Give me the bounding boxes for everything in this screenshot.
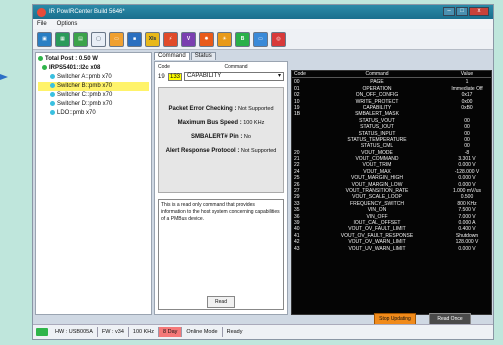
tab-strip: Command Status [154, 52, 492, 60]
register-code: 43 [294, 245, 300, 252]
menu-bar: File Options [33, 19, 493, 29]
register-rows: 00 PAGE 1 01 OPERATION Immediate Off 02 ON_OFF_… [292, 79, 491, 252]
tree-item-switcher-a[interactable]: Switcher A::pmb x70 [38, 73, 149, 82]
tab-status[interactable]: Status [190, 52, 216, 60]
chart-icon[interactable]: ▤ [73, 31, 88, 47]
table-row[interactable]: 43 VOUT_UV_WARN_LIMIT 0.000 V [292, 246, 491, 252]
lifebuoy-icon[interactable]: ◎ [271, 31, 286, 47]
tree-total-power[interactable]: Total Post : 0.50 W [38, 55, 149, 64]
usb-icon [36, 328, 48, 336]
register-header: Code Command Value [292, 71, 491, 79]
status-speed: 100 KHz [129, 327, 160, 337]
app-window: IR PowIRCenter Build 5646* – □ x File Op… [32, 4, 494, 340]
rail-dot-icon [50, 100, 55, 106]
register-table: Code Command Value 00 PAGE 1 01 OPERATION Imm… [291, 70, 492, 315]
read-button[interactable]: Read [207, 296, 235, 308]
command-code: 19 [158, 73, 165, 80]
menu-file[interactable]: File [37, 21, 47, 27]
page-icon[interactable]: ▭ [109, 31, 124, 47]
status-bar: HW : USB005A FW : v34 100 KHz 8 Day Onli… [33, 324, 493, 339]
status-dot-icon [38, 55, 43, 61]
rail-dot-icon [50, 109, 55, 115]
rail-dot-icon [50, 73, 55, 79]
info-pec: Packet Error Checking : Not Supported [168, 106, 274, 112]
info-bus-speed: Maximum Bus Speed : 100 KHz [177, 120, 265, 126]
status-dot-icon [42, 64, 47, 70]
command-panel: Code Command 19 133 CAPABILITY ▾ Packet E… [154, 61, 288, 315]
pointer-arrow-icon [0, 74, 8, 80]
document-icon[interactable]: ▢ [91, 31, 106, 47]
tab-command[interactable]: Command [154, 52, 190, 60]
fault-icon[interactable]: ✹ [199, 31, 214, 47]
minimize-button[interactable]: – [443, 7, 455, 16]
app-logo-icon [37, 7, 46, 17]
close-button[interactable]: x [469, 7, 489, 16]
save-icon[interactable]: ■ [127, 31, 142, 47]
command-description: This is a read only command that provide… [158, 199, 284, 310]
command-selector-row: 19 133 CAPABILITY ▾ [155, 72, 287, 81]
tree-item-ldo[interactable]: LDO::pmb x70 [38, 109, 149, 118]
info-alert-protocol: Alert Response Protocol : Not Supported [165, 148, 277, 154]
menu-options[interactable]: Options [57, 21, 78, 27]
toolbar: ▣ ▦ ▤ ▢ ▭ ■ Xls ⚡ V ✹ ☀ B ▭ ◎ [33, 29, 493, 50]
command-select[interactable]: CAPABILITY ▾ [184, 72, 284, 81]
window-controls: – □ x [442, 7, 489, 17]
tree-device[interactable]: IRPS5401::I2c x08 [38, 64, 149, 73]
maximize-button[interactable]: □ [456, 7, 468, 16]
device-tree: Total Post : 0.50 W IRPS5401::I2c x08 Sw… [35, 52, 152, 315]
register-value: 0.000 V [458, 245, 476, 252]
tree-item-switcher-d[interactable]: Switcher D::pmb x70 [38, 100, 149, 109]
power-icon[interactable]: ☀ [217, 31, 232, 47]
status-state: Ready [226, 329, 243, 335]
chevron-down-icon: ▾ [277, 73, 281, 79]
rail-dot-icon [50, 82, 55, 88]
status-hw: HW : USB005A [51, 327, 98, 337]
monitor-icon[interactable]: ▭ [253, 31, 268, 47]
rail-icon[interactable]: ⚡ [163, 31, 178, 47]
title-bar: IR PowIRCenter Build 5646* – □ x [33, 5, 493, 19]
capability-info: Packet Error Checking : Not Supported Ma… [158, 87, 284, 193]
command-header: Code Command [158, 64, 248, 70]
rail-dot-icon [50, 91, 55, 97]
register-command: VOUT_UV_WARN_LIMIT [348, 245, 406, 252]
bus-icon[interactable]: B [235, 31, 250, 47]
status-mode: Online Mode [182, 327, 223, 337]
main-area: Command Status Code Command 19 133 CAPAB… [154, 52, 492, 325]
status-day: 8 Day [159, 327, 183, 337]
vout-icon[interactable]: V [181, 31, 196, 47]
grid-icon[interactable]: ▦ [55, 31, 70, 47]
xls-icon[interactable]: Xls [145, 31, 160, 47]
tree-item-switcher-c[interactable]: Switcher C::pmb x70 [38, 91, 149, 100]
info-smbalert: SMBALERT# Pin : No [191, 134, 251, 140]
dashboard-icon[interactable]: ▣ [37, 31, 52, 47]
status-fw: FW : v34 [98, 327, 129, 337]
window-title: IR PowIRCenter Build 5646* [49, 9, 125, 15]
command-hex: 133 [168, 72, 183, 81]
tree-item-switcher-b[interactable]: Switcher B::pmb x70 [38, 82, 149, 91]
